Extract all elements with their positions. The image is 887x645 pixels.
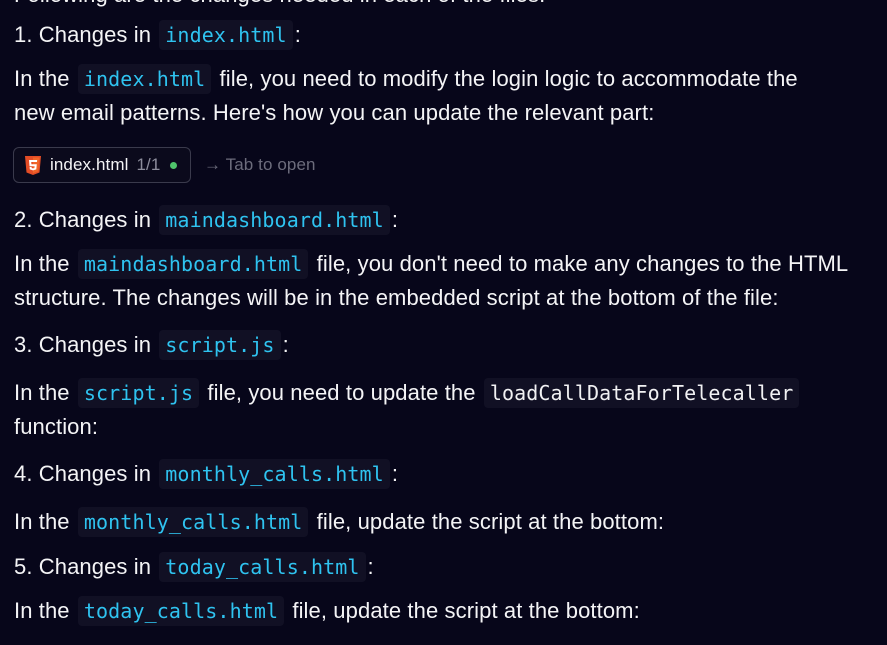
inline-file-today-calls[interactable]: today_calls.html — [77, 596, 285, 626]
section-3-body-line-2: function: — [14, 414, 99, 439]
tab-to-open-hint: → Tab to open — [204, 155, 316, 174]
section-2-body-line-1: In the maindashboard.html file, you don'… — [14, 247, 848, 281]
body-text: In the — [14, 380, 70, 405]
file-link-script[interactable]: script.js — [159, 330, 281, 360]
section-1-body-line-2: new email patterns. Here's how you can u… — [14, 100, 655, 125]
heading-colon: : — [367, 554, 374, 579]
inline-file-monthly-calls[interactable]: monthly_calls.html — [77, 507, 309, 537]
heading-text: 1. Changes in — [14, 22, 152, 47]
heading-colon: : — [391, 461, 399, 486]
section-4-body-line-1: In the monthly_calls.html file, update t… — [14, 505, 664, 539]
html5-icon — [25, 155, 41, 175]
body-text: file, you need to update the — [207, 380, 476, 405]
file-chip-index[interactable]: index.html 1/1 — [13, 147, 191, 183]
body-text: file, update the script at the bottom: — [292, 598, 640, 623]
heading-colon: : — [282, 332, 289, 357]
inline-file-script[interactable]: script.js — [77, 378, 200, 408]
heading-text: 5. Changes in — [14, 554, 152, 579]
section-3-body-line-1: In the script.js file, you need to updat… — [14, 376, 801, 410]
previous-paragraph-partial: Following are the changes needed in each… — [14, 0, 545, 12]
section-4-heading: 4. Changes in monthly_calls.html: — [14, 457, 398, 491]
file-link-today-calls[interactable]: today_calls.html — [159, 552, 366, 582]
section-2-heading: 2. Changes in maindashboard.html: — [14, 203, 398, 237]
heading-text: 4. Changes in — [14, 461, 152, 486]
chip-count: 1/1 — [136, 155, 161, 174]
file-link-index[interactable]: index.html — [159, 20, 293, 50]
body-text: file, you need to modify the login logic… — [219, 66, 798, 91]
heading-text: 3. Changes in — [14, 332, 152, 357]
inline-file-maindashboard[interactable]: maindashboard.html — [77, 249, 309, 279]
status-dot — [170, 161, 178, 169]
heading-text: 2. Changes in — [14, 207, 152, 232]
body-text: file, you don't need to make any changes… — [316, 251, 849, 276]
section-1-heading: 1. Changes in index.html: — [14, 18, 301, 52]
file-link-monthly-calls[interactable]: monthly_calls.html — [159, 459, 390, 489]
section-5-body-line-1: In the today_calls.html file, update the… — [14, 594, 640, 628]
body-text: file, update the script at the bottom: — [316, 509, 665, 534]
section-5-heading: 5. Changes in today_calls.html: — [14, 550, 374, 584]
section-2-body-line-2: structure. The changes will be in the em… — [14, 285, 779, 310]
inline-file-index[interactable]: index.html — [77, 64, 212, 94]
heading-colon: : — [391, 207, 399, 232]
section-3-heading: 3. Changes in script.js: — [14, 328, 289, 362]
body-text: In the — [14, 598, 70, 623]
body-text: In the — [14, 509, 70, 534]
file-link-maindashboard[interactable]: maindashboard.html — [159, 205, 390, 235]
chip-file-name: index.html — [50, 155, 129, 174]
body-text: In the — [14, 66, 70, 91]
heading-colon: : — [294, 22, 301, 47]
body-text: In the — [14, 251, 70, 276]
section-1-body-line-1: In the index.html file, you need to modi… — [14, 62, 798, 96]
inline-code-function-name: loadCallDataForTelecaller — [483, 378, 800, 408]
